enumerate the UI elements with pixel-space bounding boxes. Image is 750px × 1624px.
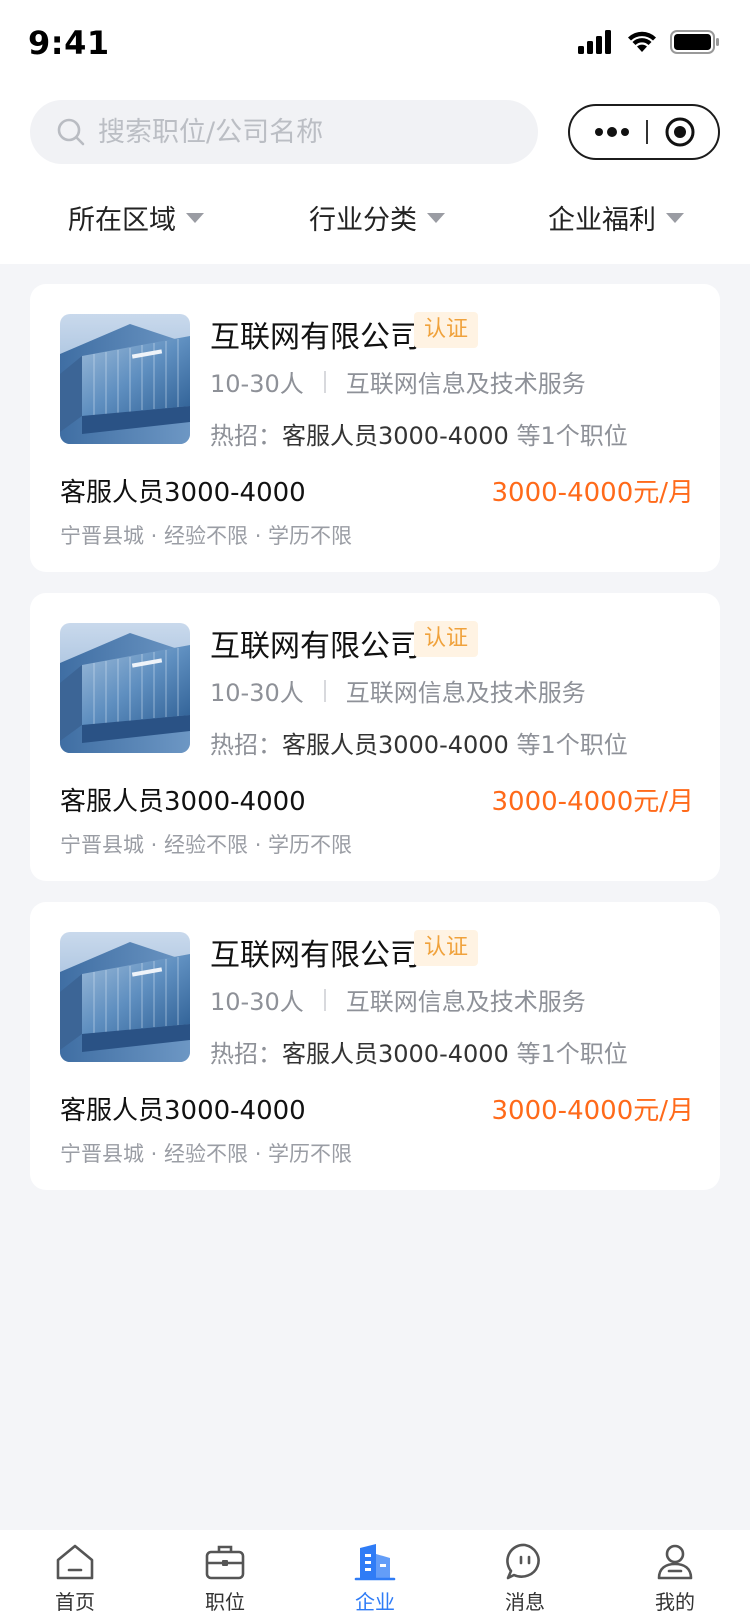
caret-down-icon [186, 212, 204, 223]
company-card[interactable]: 互联网有限公司 认证 10-30人 互联网信息及技术服务 热招：客服人员3000… [30, 902, 720, 1190]
hot-suffix: 等1个职位 [508, 1040, 628, 1068]
company-logo [60, 932, 190, 1062]
job-salary: 3000-4000元/月 [491, 787, 694, 817]
company-size: 10-30人 [210, 370, 304, 398]
company-name: 互联网有限公司 [210, 320, 420, 355]
hot-job: 客服人员3000-4000 [282, 731, 509, 759]
search-input[interactable] [98, 116, 498, 148]
job-salary: 3000-4000元/月 [491, 478, 694, 508]
company-name: 互联网有限公司 [210, 629, 420, 664]
hot-suffix: 等1个职位 [508, 422, 628, 450]
company-card[interactable]: 互联网有限公司 认证 10-30人 互联网信息及技术服务 热招：客服人员3000… [30, 284, 720, 572]
job-title: 客服人员3000-4000 [60, 1096, 306, 1126]
more-dots-icon[interactable] [594, 126, 630, 138]
company-size: 10-30人 [210, 988, 304, 1016]
job-tags: 宁晋县城 · 经验不限 · 学历不限 [60, 833, 353, 857]
mini-program-capsule [568, 104, 720, 160]
company-name: 互联网有限公司 [210, 938, 420, 973]
status-bar: 9:41 [0, 0, 750, 88]
meta-divider [323, 988, 326, 1011]
caret-down-icon [666, 212, 684, 223]
tab-jobs[interactable]: 职位 [150, 1530, 300, 1624]
filter-industry[interactable]: 行业分类 [309, 198, 445, 237]
job-title: 客服人员3000-4000 [60, 787, 306, 817]
cellular-signal-icon [578, 30, 611, 54]
company-meta: 10-30人 互联网信息及技术服务 [210, 673, 586, 708]
search-box[interactable] [30, 100, 538, 164]
search-icon [57, 118, 85, 146]
meta-divider [323, 370, 326, 393]
tab-label: 我的 [655, 1590, 695, 1614]
tab-messages[interactable]: 消息 [450, 1530, 600, 1624]
job-tags: 宁晋县城 · 经验不限 · 学历不限 [60, 524, 353, 548]
company-size: 10-30人 [210, 679, 304, 707]
tab-home[interactable]: 首页 [0, 1530, 150, 1624]
company-industry: 互联网信息及技术服务 [345, 370, 586, 398]
company-logo [60, 623, 190, 753]
verified-badge: 认证 [414, 930, 479, 966]
company-card[interactable]: 互联网有限公司 认证 10-30人 互联网信息及技术服务 热招：客服人员3000… [30, 593, 720, 881]
user-icon [657, 1544, 693, 1580]
job-tags: 宁晋县城 · 经验不限 · 学历不限 [60, 1142, 353, 1166]
hot-prefix: 热招： [210, 1040, 282, 1068]
filter-row: 所在区域 行业分类 企业福利 [0, 198, 750, 244]
company-industry: 互联网信息及技术服务 [345, 988, 586, 1016]
hot-jobs: 热招：客服人员3000-4000 等1个职位 [210, 416, 628, 451]
tab-profile[interactable]: 我的 [600, 1530, 750, 1624]
hot-jobs: 热招：客服人员3000-4000 等1个职位 [210, 725, 628, 760]
close-target-icon[interactable] [664, 116, 696, 148]
tab-company[interactable]: 企业 [300, 1530, 450, 1624]
hot-job: 客服人员3000-4000 [282, 1040, 509, 1068]
verified-badge: 认证 [414, 621, 479, 657]
hot-prefix: 热招： [210, 422, 282, 450]
verified-badge: 认证 [414, 312, 479, 348]
hot-jobs: 热招：客服人员3000-4000 等1个职位 [210, 1034, 628, 1069]
capsule-divider [646, 120, 648, 144]
status-time: 9:41 [28, 24, 110, 62]
company-industry: 互联网信息及技术服务 [345, 679, 586, 707]
tab-label: 企业 [355, 1590, 395, 1614]
home-icon [56, 1544, 94, 1580]
company-logo [60, 314, 190, 444]
battery-icon [670, 30, 719, 54]
tab-label: 职位 [205, 1590, 245, 1614]
hot-job: 客服人员3000-4000 [282, 422, 509, 450]
tab-label: 首页 [55, 1590, 95, 1614]
job-title: 客服人员3000-4000 [60, 478, 306, 508]
filter-welfare[interactable]: 企业福利 [548, 198, 684, 237]
wifi-icon [628, 31, 656, 52]
filter-region[interactable]: 所在区域 [68, 198, 204, 237]
message-icon [506, 1543, 540, 1580]
job-salary: 3000-4000元/月 [491, 1096, 694, 1126]
company-meta: 10-30人 互联网信息及技术服务 [210, 982, 586, 1017]
tab-label: 消息 [505, 1590, 545, 1614]
meta-divider [323, 679, 326, 702]
tab-bar: 首页 职位 企业 消息 我的 [0, 1530, 750, 1624]
filter-label: 所在区域 [68, 205, 176, 236]
building-icon [354, 1544, 396, 1581]
status-icons [578, 30, 720, 54]
filter-label: 行业分类 [309, 205, 417, 236]
briefcase-icon [205, 1545, 245, 1580]
hot-prefix: 热招： [210, 731, 282, 759]
hot-suffix: 等1个职位 [508, 731, 628, 759]
caret-down-icon [427, 212, 445, 223]
filter-label: 企业福利 [548, 205, 656, 236]
company-meta: 10-30人 互联网信息及技术服务 [210, 364, 586, 399]
